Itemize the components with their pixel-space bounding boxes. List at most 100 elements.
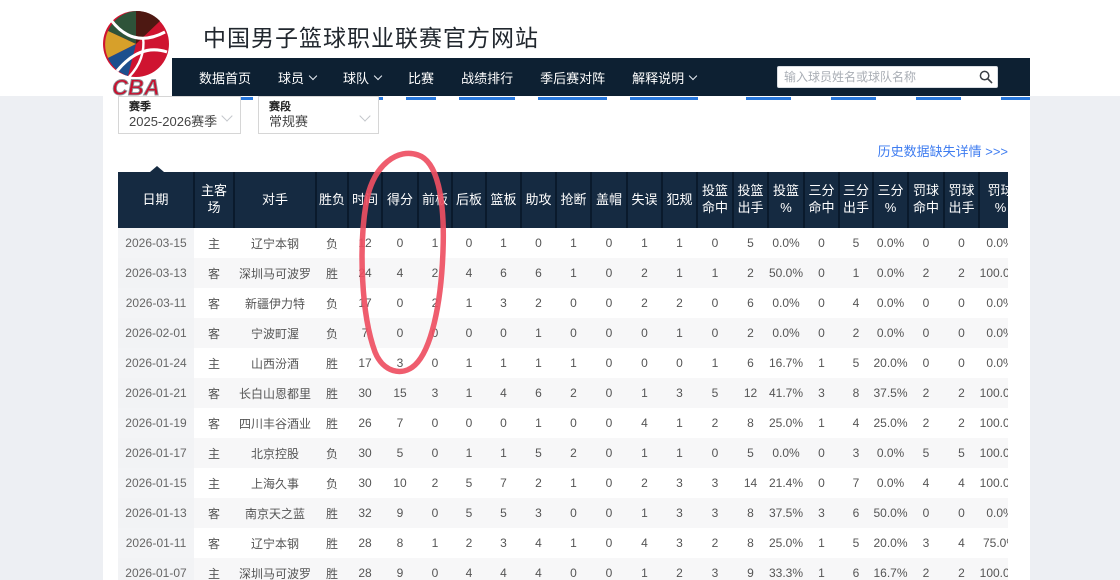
cell-fta: 0 — [944, 498, 979, 528]
cell-fta: 4 — [944, 468, 979, 498]
column-header-date: 日期 — [118, 172, 194, 228]
cell-minutes: 32 — [348, 498, 382, 528]
cell-def-reb: 5 — [452, 468, 486, 498]
cell-opponent[interactable]: 宁波町渥 — [234, 318, 316, 348]
cell-minutes: 28 — [348, 528, 382, 558]
cell-venue: 主 — [194, 438, 234, 468]
table-row: 2026-03-15主辽宁本钢负12010101011050.0%050.0%0… — [118, 228, 1008, 258]
cell-blocks: 0 — [591, 318, 627, 348]
cell-blocks: 0 — [591, 408, 627, 438]
cell-venue: 主 — [194, 558, 234, 580]
nav-item-2[interactable]: 球队 — [343, 58, 381, 96]
column-header-assists: 助攻 — [521, 172, 556, 228]
cell-result: 负 — [316, 438, 348, 468]
cell-opponent[interactable]: 上海久事 — [234, 468, 316, 498]
cell-minutes: 26 — [348, 408, 382, 438]
cell-tpa: 8 — [839, 378, 873, 408]
cell-venue: 客 — [194, 528, 234, 558]
nav-item-label: 球员 — [278, 68, 304, 87]
nav-item-4[interactable]: 战绩排行 — [461, 58, 513, 96]
cell-fgm: 1 — [697, 258, 733, 288]
cell-date: 2026-01-15 — [118, 468, 194, 498]
cell-fta: 0 — [944, 228, 979, 258]
cell-ft-pct: 100.0% — [979, 378, 1008, 408]
table-row: 2026-03-11客新疆伊力特负17021320022060.0%040.0%… — [118, 288, 1008, 318]
cell-blocks: 0 — [591, 378, 627, 408]
table-row: 2026-01-21客长白山恩都里胜30153146201351241.7%38… — [118, 378, 1008, 408]
cell-fg-pct: 25.0% — [768, 408, 804, 438]
cell-fga: 5 — [733, 228, 768, 258]
cell-assists: 1 — [521, 348, 556, 378]
cell-opponent[interactable]: 山西汾酒 — [234, 348, 316, 378]
cell-blocks: 0 — [591, 468, 627, 498]
cell-fgm: 1 — [697, 348, 733, 378]
cell-opponent[interactable]: 北京控股 — [234, 438, 316, 468]
cell-points: 7 — [382, 408, 418, 438]
table-row: 2026-01-24主山西汾酒胜173011110001616.7%1520.0… — [118, 348, 1008, 378]
cell-fouls: 1 — [662, 318, 697, 348]
cell-fta: 0 — [944, 348, 979, 378]
search-icon[interactable] — [975, 66, 997, 88]
cell-rebounds: 4 — [486, 378, 521, 408]
cell-fouls: 2 — [662, 558, 697, 580]
search-input[interactable] — [778, 70, 975, 84]
cell-points: 0 — [382, 288, 418, 318]
stage-filter[interactable]: 赛段 常规赛 — [258, 96, 379, 134]
cell-blocks: 0 — [591, 348, 627, 378]
cell-tp-pct: 0.0% — [873, 288, 908, 318]
nav-item-label: 数据首页 — [199, 68, 251, 87]
cell-fta: 2 — [944, 258, 979, 288]
cell-venue: 客 — [194, 288, 234, 318]
cba-logo[interactable]: CBA — [99, 7, 173, 99]
cell-blocks: 0 — [591, 558, 627, 580]
cell-tp-pct: 0.0% — [873, 228, 908, 258]
cell-rebounds: 5 — [486, 498, 521, 528]
nav-item-0[interactable]: 数据首页 — [199, 58, 251, 96]
cell-venue: 客 — [194, 258, 234, 288]
cell-opponent[interactable]: 辽宁本钢 — [234, 528, 316, 558]
cell-fgm: 3 — [697, 558, 733, 580]
cell-tpm: 0 — [804, 288, 839, 318]
season-filter-label: 赛季 — [129, 101, 230, 113]
cell-opponent[interactable]: 辽宁本钢 — [234, 228, 316, 258]
column-header-tp-pct: 三分 % — [873, 172, 908, 228]
cell-opponent[interactable]: 新疆伊力特 — [234, 288, 316, 318]
nav-item-1[interactable]: 球员 — [278, 58, 316, 96]
cell-steals: 1 — [556, 258, 591, 288]
cell-tpm: 0 — [804, 318, 839, 348]
cell-off-reb: 2 — [418, 258, 452, 288]
cell-opponent[interactable]: 深圳马可波罗 — [234, 558, 316, 580]
nav-item-6[interactable]: 解释说明 — [632, 58, 696, 96]
cell-tpm: 1 — [804, 558, 839, 580]
season-filter[interactable]: 赛季 2025-2026赛季 — [118, 96, 241, 134]
cell-venue: 客 — [194, 408, 234, 438]
cell-minutes: 30 — [348, 438, 382, 468]
cell-rebounds: 1 — [486, 348, 521, 378]
nav-item-3[interactable]: 比赛 — [408, 58, 434, 96]
cell-ftm: 5 — [908, 438, 944, 468]
cell-steals: 1 — [556, 528, 591, 558]
cell-opponent[interactable]: 深圳马可波罗 — [234, 258, 316, 288]
cell-ft-pct: 100.0% — [979, 468, 1008, 498]
cell-fgm: 0 — [697, 318, 733, 348]
season-filter-value: 2025-2026赛季 — [129, 113, 230, 130]
stage-filter-value: 常规赛 — [269, 113, 368, 130]
cell-opponent[interactable]: 长白山恩都里 — [234, 378, 316, 408]
cell-points: 10 — [382, 468, 418, 498]
nav-underline-dash — [916, 97, 961, 100]
cell-opponent[interactable]: 四川丰谷酒业 — [234, 408, 316, 438]
cell-fouls: 1 — [662, 258, 697, 288]
cell-ftm: 2 — [908, 558, 944, 580]
cell-tp-pct: 50.0% — [873, 498, 908, 528]
cell-date: 2026-03-11 — [118, 288, 194, 318]
cell-blocks: 0 — [591, 528, 627, 558]
cell-off-reb: 0 — [418, 558, 452, 580]
cell-steals: 2 — [556, 438, 591, 468]
column-header-minutes: 时间 — [348, 172, 382, 228]
cell-opponent[interactable]: 南京天之蓝 — [234, 498, 316, 528]
table-row: 2026-03-13客深圳马可波罗胜244246610211250.0%010.… — [118, 258, 1008, 288]
history-missing-data-link[interactable]: 历史数据缺失详情 >>> — [858, 141, 1008, 160]
nav-item-5[interactable]: 季后赛对阵 — [540, 58, 605, 96]
cell-date: 2026-03-13 — [118, 258, 194, 288]
cell-def-reb: 0 — [452, 408, 486, 438]
